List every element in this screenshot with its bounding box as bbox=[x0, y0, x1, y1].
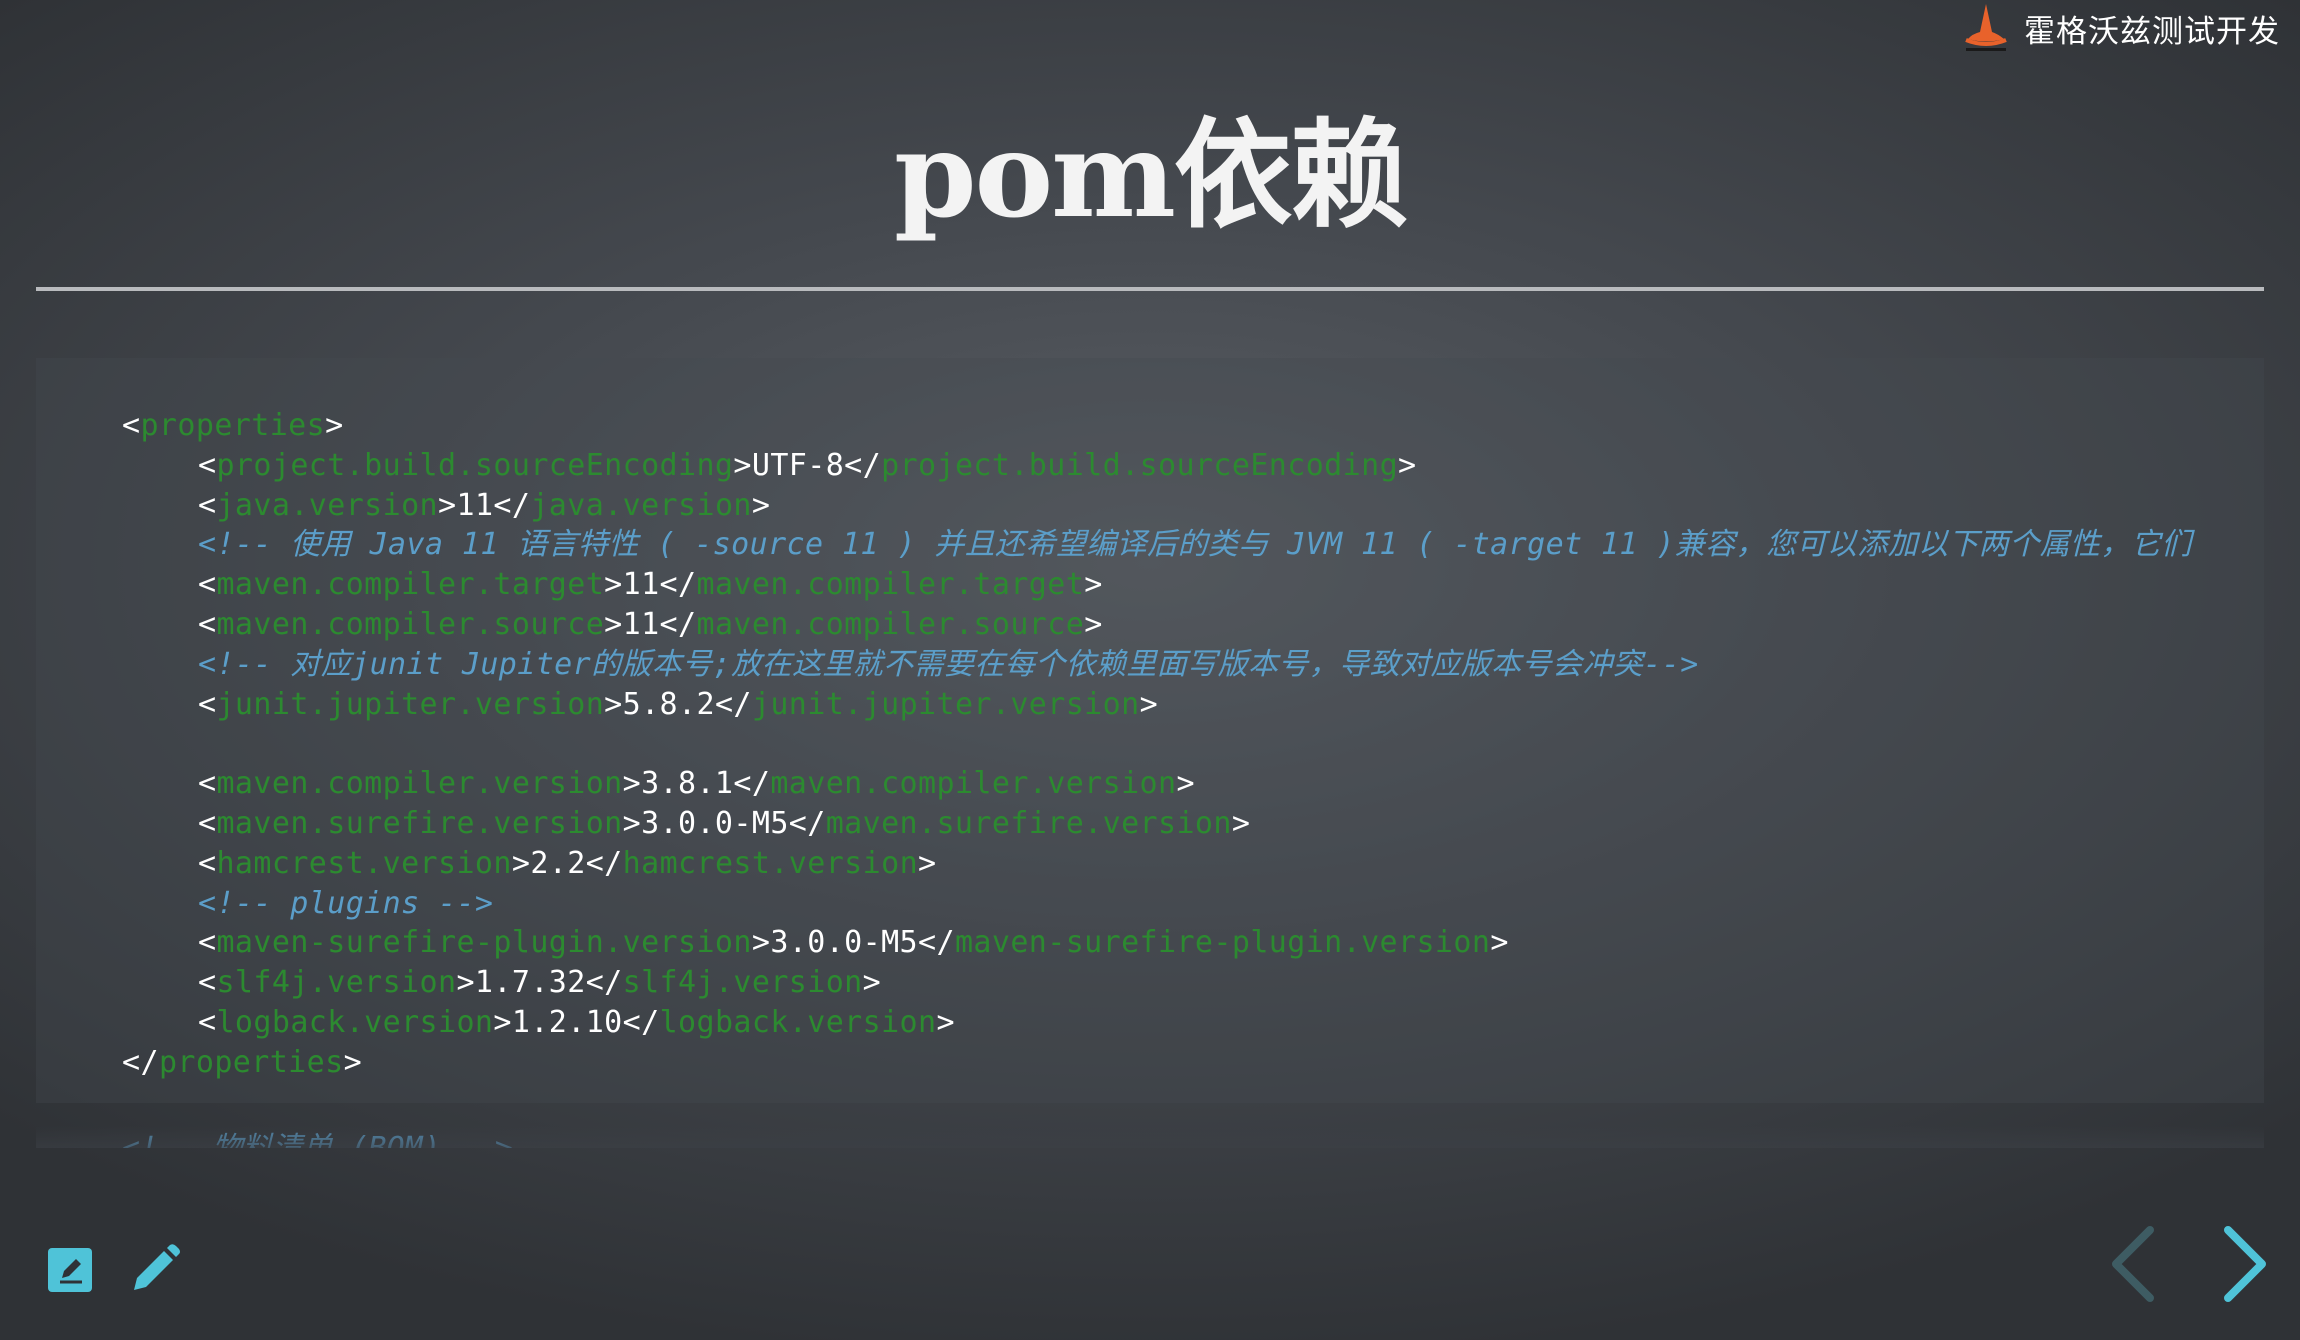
code-token-tag: maven.compiler.source bbox=[216, 606, 605, 642]
code-token-comment: <!-- 对应junit Jupiter的版本号;放在这里就不需要在每个依赖里面… bbox=[198, 646, 1699, 682]
code-token-val: >5.8.2</ bbox=[604, 686, 752, 722]
code-box: <properties> <project.build.sourceEncodin… bbox=[36, 358, 2264, 1103]
code-token-punct: < bbox=[198, 805, 217, 841]
code-token-val: >3.8.1</ bbox=[622, 766, 771, 802]
code-token-tag: project.build.sourceEncoding bbox=[881, 447, 1399, 483]
code-token-punct: < bbox=[198, 686, 217, 722]
code-line: <hamcrest.version>2.2</hamcrest.version> bbox=[36, 844, 2264, 884]
chevron-right-icon[interactable] bbox=[2220, 1226, 2270, 1302]
code-token-val: >3.0.0-M5</ bbox=[622, 805, 826, 841]
title-divider bbox=[36, 287, 2264, 291]
code-token-punct: > bbox=[1490, 925, 1509, 961]
code-token-tag: junit.jupiter.version bbox=[216, 686, 605, 722]
code-token-punct: < bbox=[198, 965, 217, 1001]
code-token-punct: < bbox=[198, 567, 217, 603]
code-token-tag: properties bbox=[140, 408, 326, 443]
code-line: <maven-surefire-plugin.version>3.0.0-M5<… bbox=[36, 923, 2264, 963]
wizard-hat-icon bbox=[1958, 2, 2014, 54]
code-token-val: >1.2.10</ bbox=[493, 1004, 660, 1040]
code-token-punct: > bbox=[1084, 606, 1103, 642]
code-token-comment: <!-- 使用 Java 11 语言特性 ( -source 11 ) 并且还希… bbox=[198, 527, 2192, 563]
code-token-punct: > bbox=[751, 487, 771, 523]
code-token-punct: > bbox=[1084, 567, 1103, 603]
code-line: <!-- plugins --> bbox=[36, 884, 2264, 924]
code-token-punct: < bbox=[198, 1004, 217, 1040]
code-token-punct: > bbox=[325, 408, 344, 443]
code-token-tag: hamcrest.version bbox=[216, 845, 512, 881]
code-token-punct: < bbox=[198, 766, 217, 802]
code-token-val: >11</ bbox=[604, 606, 697, 642]
code-token-punct: > bbox=[936, 1004, 955, 1040]
code-token-tag: maven.compiler.target bbox=[696, 567, 1085, 603]
code-token-tag: slf4j.version bbox=[622, 965, 863, 1001]
code-line: <java.version>11</java.version> bbox=[36, 486, 2264, 526]
code-token-val: >UTF-8</ bbox=[733, 447, 882, 483]
code-token-punct: > bbox=[343, 1044, 363, 1080]
edit-note-icon[interactable] bbox=[48, 1248, 92, 1292]
code-next-line-peek: <!-- 物料清单 (BOM) --> bbox=[122, 1123, 513, 1148]
code-token-tag: project.build.sourceEncoding bbox=[216, 447, 734, 483]
code-line: <!-- 对应junit Jupiter的版本号;放在这里就不需要在每个依赖里面… bbox=[36, 645, 2264, 685]
code-token-punct: < bbox=[198, 447, 217, 483]
code-token-punct: < bbox=[198, 606, 217, 642]
code-token-tag: logback.version bbox=[216, 1004, 494, 1040]
code-token-val: >1.7.32</ bbox=[456, 965, 623, 1001]
code-token-tag: properties bbox=[158, 1044, 344, 1080]
code-line: <properties> bbox=[36, 406, 2264, 446]
code-token-val: >11</ bbox=[604, 567, 697, 603]
code-token-punct: < bbox=[198, 487, 217, 523]
code-line: <!-- 使用 Java 11 语言特性 ( -source 11 ) 并且还希… bbox=[36, 525, 2264, 565]
code-line: <slf4j.version>1.7.32</slf4j.version> bbox=[36, 963, 2264, 1003]
code-line: </properties> bbox=[36, 1043, 2264, 1083]
code-token-punct: </ bbox=[122, 1044, 159, 1080]
code-token-tag: junit.jupiter.version bbox=[751, 686, 1140, 722]
code-token-punct: > bbox=[1231, 805, 1251, 841]
code-token-punct: > bbox=[862, 965, 882, 1001]
code-token-punct: < bbox=[122, 408, 141, 443]
code-token-tag: maven.compiler.source bbox=[696, 606, 1085, 642]
code-token-comment: <!-- plugins --> bbox=[198, 885, 494, 921]
code-token-tag: maven.surefire.version bbox=[216, 805, 623, 841]
code-token-tag: hamcrest.version bbox=[622, 845, 919, 881]
code-token-punct: > bbox=[1139, 686, 1159, 722]
code-token-tag: slf4j.version bbox=[216, 965, 457, 1001]
chevron-left-icon[interactable] bbox=[2108, 1226, 2158, 1302]
code-token-val: >2.2</ bbox=[511, 845, 623, 881]
code-token-tag: maven-surefire-plugin.version bbox=[954, 925, 1491, 961]
code-token-val: >3.0.0-M5</ bbox=[751, 925, 955, 961]
code-token-punct: > bbox=[1398, 447, 1417, 483]
code-line: <junit.jupiter.version>5.8.2</junit.jupi… bbox=[36, 685, 2264, 725]
code-line: <logback.version>1.2.10</logback.version… bbox=[36, 1003, 2264, 1043]
code-token-tag: maven.compiler.version bbox=[216, 766, 623, 802]
code-token-punct: > bbox=[1176, 766, 1195, 802]
code-line: <maven.compiler.version>3.8.1</maven.com… bbox=[36, 764, 2264, 804]
slide-title: pom依赖 bbox=[893, 105, 1408, 244]
code-line: <maven.compiler.source>11</maven.compile… bbox=[36, 605, 2264, 645]
code-token-tag: maven.surefire.version bbox=[825, 805, 1232, 841]
code-token-punct: < bbox=[198, 925, 217, 961]
code-line: <project.build.sourceEncoding>UTF-8</pro… bbox=[36, 446, 2264, 486]
code-block: <properties> <project.build.sourceEncodin… bbox=[36, 358, 2264, 1148]
code-token-tag: logback.version bbox=[659, 1004, 937, 1040]
code-token-tag: java.version bbox=[530, 487, 752, 523]
code-token-tag: maven-surefire-plugin.version bbox=[216, 925, 752, 961]
code-token-val: >11</ bbox=[438, 487, 531, 523]
code-token-tag: java.version bbox=[216, 487, 439, 523]
pencil-icon[interactable] bbox=[128, 1242, 182, 1296]
code-token-punct: < bbox=[198, 845, 217, 881]
code-token-punct: > bbox=[918, 845, 937, 881]
code-line: <maven.compiler.target>11</maven.compile… bbox=[36, 565, 2264, 605]
brand: 霍格沃兹测试开发 bbox=[1958, 0, 2280, 56]
brand-name: 霍格沃兹测试开发 bbox=[2024, 13, 2280, 50]
code-token-tag: maven.compiler.version bbox=[770, 766, 1177, 802]
code-line: <maven.surefire.version>3.0.0-M5</maven.… bbox=[36, 804, 2264, 844]
code-token-tag: maven.compiler.target bbox=[216, 567, 605, 603]
